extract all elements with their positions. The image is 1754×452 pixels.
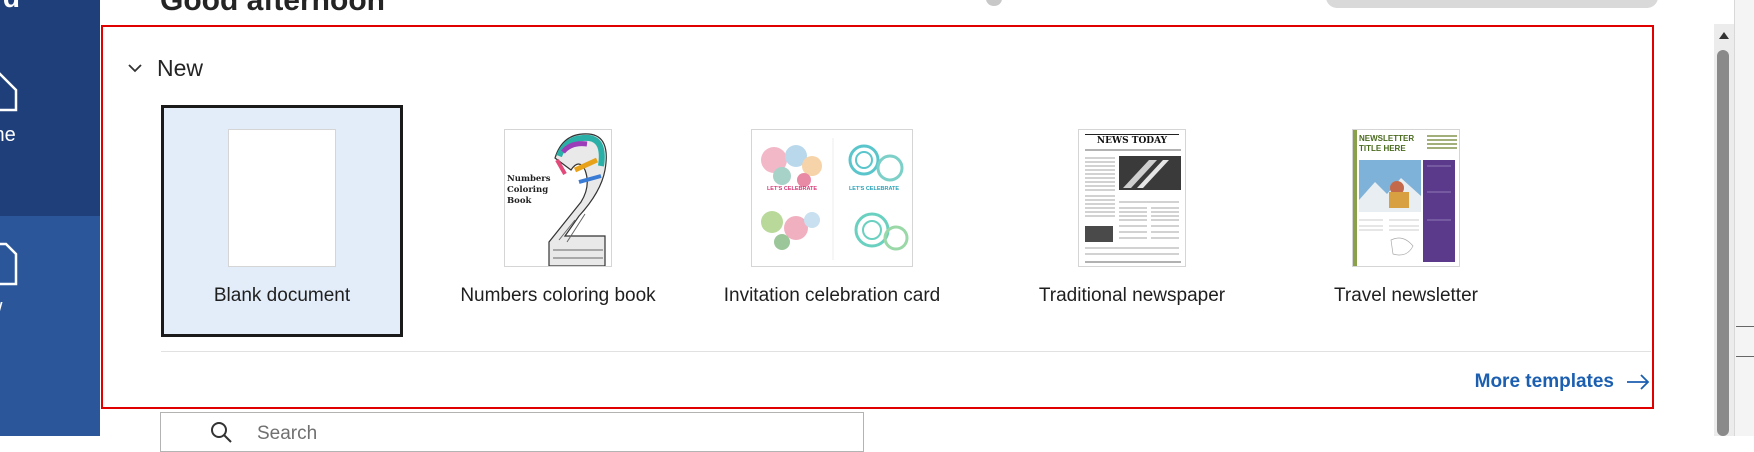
template-label: Travel newsletter — [1334, 285, 1478, 306]
template-invitation-celebration-card[interactable]: LET'S CELEBRATE LET'S CELEBRATE Invitati… — [697, 105, 967, 337]
background-rule — [1736, 326, 1754, 327]
invitation-card-thumbnail: LET'S CELEBRATE LET'S CELEBRATE — [751, 129, 913, 267]
card-left-caption: LET'S CELEBRATE — [766, 186, 818, 192]
background-window-edge — [1734, 0, 1754, 436]
nav-item-new-label: w — [0, 296, 2, 319]
more-templates-label: More templates — [1474, 371, 1614, 392]
vertical-scrollbar[interactable] — [1714, 24, 1734, 436]
celebration-circles-icon — [761, 138, 909, 260]
new-document-icon — [0, 242, 18, 286]
template-label: Numbers coloring book — [460, 285, 656, 306]
template-blank-document[interactable]: Blank document — [161, 105, 403, 337]
scrollbar-thumb[interactable] — [1717, 50, 1729, 436]
template-travel-newsletter[interactable]: NEWSLETTER TITLE HERE Travel newsletter — [1271, 105, 1541, 337]
document-search-box[interactable]: Search — [160, 412, 864, 452]
newspaper-thumbnail: NEWS TODAY — [1078, 129, 1186, 267]
left-navigation-rail: rd me w — [0, 0, 100, 436]
nav-item-new[interactable]: w — [0, 236, 100, 366]
coloring-book-title-line: Numbers — [507, 174, 551, 184]
template-label: Invitation celebration card — [723, 285, 941, 306]
search-placeholder: Search — [257, 423, 318, 444]
section-divider — [161, 351, 1651, 352]
template-label: Traditional newspaper — [1038, 285, 1226, 306]
search-icon — [211, 422, 232, 443]
template-traditional-newspaper[interactable]: NEWS TODAY Traditional newspaper — [997, 105, 1267, 337]
nav-item-home-label: me — [0, 124, 16, 146]
blank-document-thumbnail — [228, 129, 336, 267]
arrow-right-icon — [1627, 374, 1650, 390]
new-section-toggle[interactable]: New — [127, 53, 203, 83]
newsletter-thumbnail: NEWSLETTER TITLE HERE — [1352, 129, 1460, 267]
newsletter-layout-icon — [1353, 130, 1457, 266]
coloring-book-title-line: Coloring — [507, 185, 549, 195]
home-icon — [0, 72, 18, 112]
coloring-book-title-line: Book — [507, 196, 532, 206]
scroll-up-arrow-icon[interactable] — [1718, 30, 1730, 40]
coloring-book-thumbnail: Numbers Coloring Book — [504, 129, 612, 267]
template-numbers-coloring-book[interactable]: Numbers Coloring Book Numbers coloring b… — [423, 105, 693, 337]
header-indicator-icon — [986, 0, 1002, 6]
greeting-title: Good afternoon — [160, 0, 385, 17]
newspaper-columns-icon — [1085, 149, 1181, 263]
chevron-down-icon — [128, 64, 142, 73]
template-label: Blank document — [213, 285, 351, 306]
app-logo-fragment: rd — [0, 0, 32, 13]
nav-item-home[interactable]: me — [0, 60, 100, 190]
template-gallery: Blank document Numbers Coloring Book Num… — [161, 105, 1621, 337]
header-search-bar[interactable] — [1326, 0, 1658, 8]
more-templates-link[interactable]: More templates — [1475, 371, 1650, 393]
header: Good afternoon — [100, 0, 1754, 24]
background-rule — [1736, 356, 1754, 357]
new-section-panel: New Blank document Numbers Coloring Book… — [101, 25, 1654, 409]
new-section-title: New — [157, 54, 204, 81]
card-right-caption: LET'S CELEBRATE — [848, 186, 900, 192]
